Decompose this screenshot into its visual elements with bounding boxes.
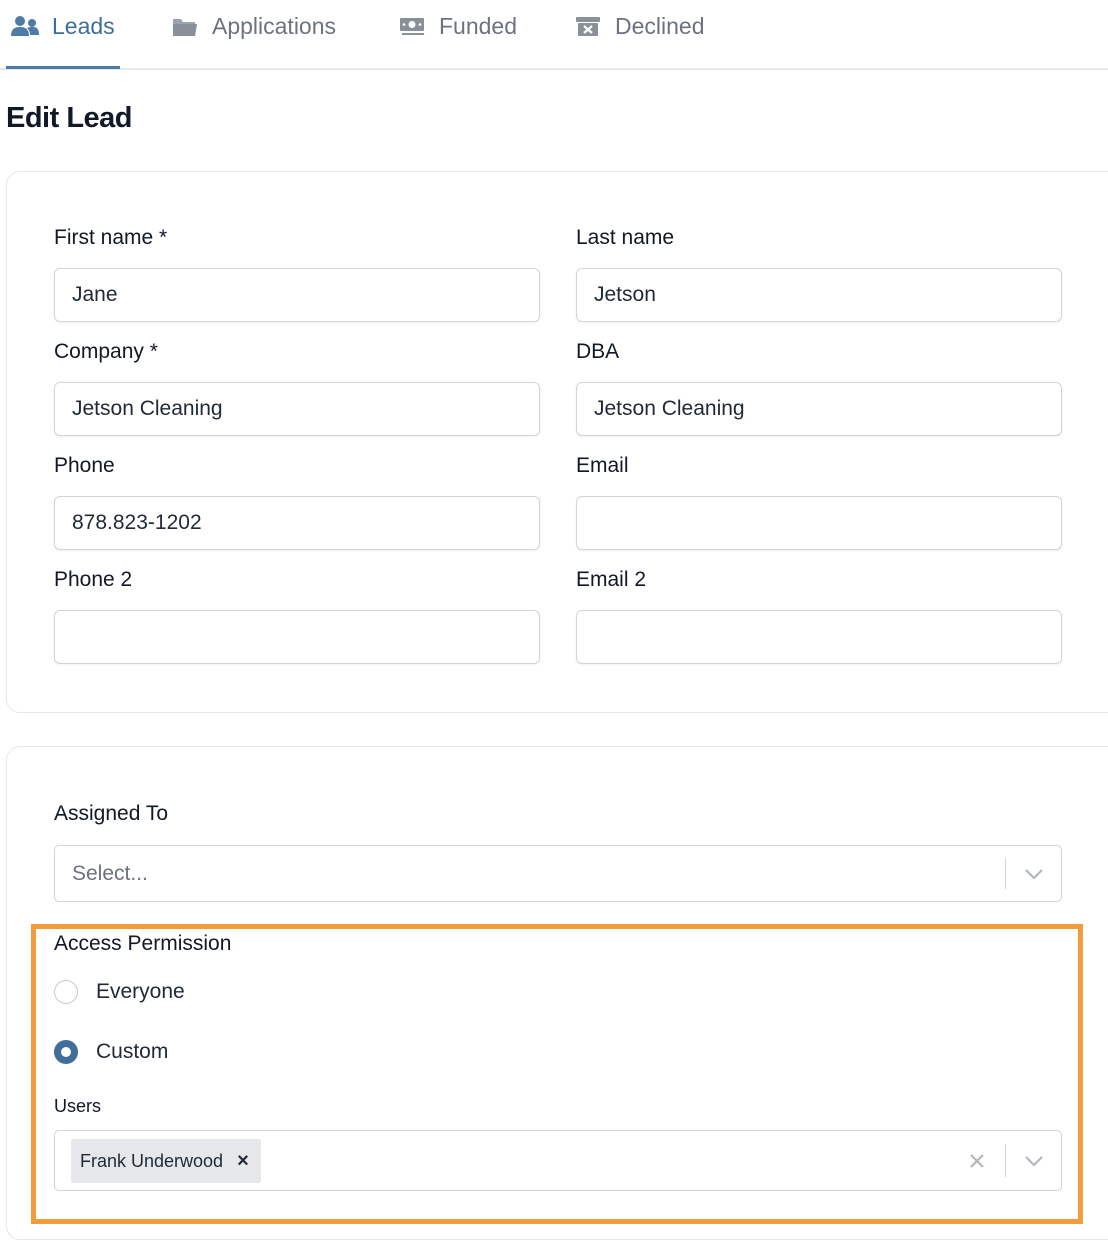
phone-label: Phone (54, 454, 115, 477)
first-name-label: First name * (54, 226, 168, 249)
phone2-label: Phone 2 (54, 568, 133, 591)
folder-icon (170, 14, 200, 38)
email2-input[interactable] (576, 610, 1062, 664)
money-icon (397, 14, 427, 38)
chevron-down-icon[interactable] (1023, 863, 1045, 885)
tab-declined-label: Declined (615, 12, 705, 39)
chevron-down-icon[interactable] (1023, 1150, 1045, 1172)
tab-leads-label: Leads (52, 12, 115, 39)
company-label: Company * (54, 340, 158, 363)
assigned-to-placeholder: Select... (72, 861, 148, 885)
tab-leads[interactable]: Leads (10, 0, 115, 70)
archive-x-icon (573, 14, 603, 38)
last-name-input[interactable] (576, 268, 1062, 322)
access-permission-label: Access Permission (54, 932, 232, 955)
phone2-input[interactable] (54, 610, 540, 664)
users-icon (10, 14, 40, 38)
assigned-to-select[interactable]: Select... (54, 845, 1062, 902)
email-label: Email (576, 454, 629, 477)
assigned-to-label: Assigned To (54, 802, 169, 825)
clear-icon[interactable] (967, 1151, 987, 1171)
radio-custom-label: Custom (96, 1040, 169, 1063)
radio-everyone[interactable]: Everyone (54, 980, 185, 1004)
last-name-label: Last name (576, 226, 675, 249)
tab-bar: Leads Applications Funded Declined (0, 0, 1108, 70)
active-tab-indicator (6, 66, 120, 69)
dba-label: DBA (576, 340, 620, 363)
first-name-input[interactable] (54, 268, 540, 322)
email-input[interactable] (576, 496, 1062, 550)
radio-custom-circle[interactable] (54, 1040, 78, 1064)
user-chip-label: Frank Underwood (80, 1150, 224, 1171)
users-label: Users (54, 1096, 102, 1116)
chip-remove-icon[interactable]: × (237, 1151, 249, 1171)
tab-applications[interactable]: Applications (170, 0, 336, 70)
dba-input[interactable] (576, 382, 1062, 436)
tab-funded[interactable]: Funded (397, 0, 517, 70)
select-separator (1005, 1144, 1006, 1177)
tab-funded-label: Funded (439, 12, 518, 39)
users-multiselect[interactable]: Frank Underwood × (54, 1130, 1062, 1191)
user-chip: Frank Underwood × (71, 1139, 261, 1183)
company-input[interactable] (54, 382, 540, 436)
tab-declined[interactable]: Declined (573, 0, 705, 70)
email2-label: Email 2 (576, 568, 647, 591)
radio-custom[interactable]: Custom (54, 1040, 168, 1064)
radio-everyone-label: Everyone (96, 980, 185, 1003)
page-title: Edit Lead (6, 102, 133, 134)
select-separator (1005, 858, 1006, 889)
phone-input[interactable] (54, 496, 540, 550)
tab-applications-label: Applications (212, 12, 337, 39)
radio-everyone-circle[interactable] (54, 980, 78, 1004)
